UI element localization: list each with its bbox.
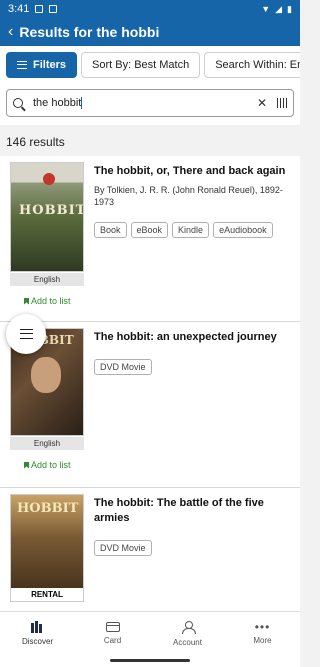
bookmark-icon (24, 461, 29, 469)
book-cover[interactable]: HOBBIT (10, 162, 84, 272)
dvd-cover[interactable]: HOBBIT RENTAL (10, 494, 84, 602)
menu-button[interactable] (6, 314, 46, 354)
search-query-text: the hobbit (33, 96, 82, 109)
more-icon: ••• (254, 620, 271, 634)
result-item[interactable]: HOBBIT RENTAL The hobbit: The battle of … (0, 488, 300, 618)
account-icon (181, 620, 196, 634)
home-gesture-bar[interactable] (110, 659, 190, 662)
battery-icon: ▮ (287, 3, 292, 14)
search-icon (13, 98, 23, 108)
search-within-button[interactable]: Search Within: Ent (204, 52, 300, 78)
results-count: 146 results (0, 125, 300, 156)
cover-title: HOBBIT (17, 501, 79, 516)
nav-label: Account (173, 637, 202, 647)
filters-button[interactable]: Filters (6, 52, 78, 78)
search-query[interactable]: the hobbit (33, 96, 257, 110)
language-label: English (10, 273, 84, 286)
signal-icon: ◢ (275, 3, 283, 14)
app-bar: ‹ Results for the hobbi (0, 18, 300, 46)
add-to-list-button[interactable]: Add to list (24, 296, 86, 306)
nav-label: More (253, 636, 272, 645)
format-badge[interactable]: eAudiobook (213, 222, 273, 239)
search-wrap: the hobbit ✕ (0, 84, 300, 125)
clear-icon[interactable]: ✕ (257, 96, 267, 110)
status-bar: 3:41 ▼ ◢ ▮ (0, 0, 300, 18)
page-title: Results for the hobbi (19, 24, 160, 40)
gesture-area (0, 655, 300, 667)
result-author: By Tolkien, J. R. R. (John Ronald Reuel)… (94, 184, 283, 207)
format-badge[interactable]: Book (94, 222, 127, 239)
format-badge[interactable]: Kindle (172, 222, 210, 239)
sort-label: Sort By: Best Match (92, 59, 190, 71)
wifi-icon: ▼ (261, 4, 271, 14)
result-item[interactable]: HOBBIT English Add to list The hobbit: a… (0, 322, 300, 488)
notification-icon (35, 5, 44, 13)
bookmark-icon (24, 297, 29, 305)
status-time: 3:41 (8, 3, 30, 15)
nav-discover[interactable]: Discover (0, 612, 75, 655)
format-badge[interactable]: DVD Movie (94, 358, 152, 375)
add-to-list-label: Add to list (31, 296, 71, 306)
cover-figure (31, 357, 61, 393)
nav-card[interactable]: Card (75, 612, 150, 655)
filters-icon (17, 61, 27, 69)
result-item[interactable]: HOBBIT English Add to list The hobbit, o… (0, 156, 300, 322)
result-title[interactable]: The hobbit, or, There and back again (94, 164, 292, 179)
menu-icon (19, 329, 33, 339)
format-badge[interactable]: DVD Movie (94, 539, 152, 556)
result-title[interactable]: The hobbit: The battle of the five armie… (94, 496, 292, 526)
rental-badge: RENTAL (11, 588, 83, 601)
sort-button[interactable]: Sort By: Best Match (81, 52, 201, 78)
language-label: English (10, 437, 84, 450)
filters-label: Filters (33, 59, 67, 71)
notification-icon (49, 5, 58, 13)
nav-more[interactable]: ••• More (225, 612, 300, 655)
cover-sun (43, 173, 55, 185)
search-within-label: Search Within: Ent (215, 59, 300, 71)
bottom-nav: Discover Card Account ••• More (0, 611, 300, 655)
nav-account[interactable]: Account (150, 612, 225, 655)
cover-title: HOBBIT (19, 203, 84, 218)
add-to-list-button[interactable]: Add to list (24, 460, 86, 470)
card-icon (105, 622, 120, 632)
format-badge[interactable]: eBook (130, 222, 169, 239)
nav-label: Card (103, 636, 122, 645)
result-title[interactable]: The hobbit: an unexpected journey (94, 330, 292, 345)
barcode-scan-icon[interactable] (277, 98, 287, 108)
add-to-list-label: Add to list (31, 460, 71, 470)
discover-icon (31, 621, 44, 633)
filter-row: Filters Sort By: Best Match Search Withi… (0, 46, 300, 84)
search-input[interactable]: the hobbit ✕ (6, 89, 294, 117)
nav-label: Discover (21, 637, 54, 646)
back-arrow-icon[interactable]: ‹ (8, 24, 13, 40)
text-caret (81, 97, 83, 110)
